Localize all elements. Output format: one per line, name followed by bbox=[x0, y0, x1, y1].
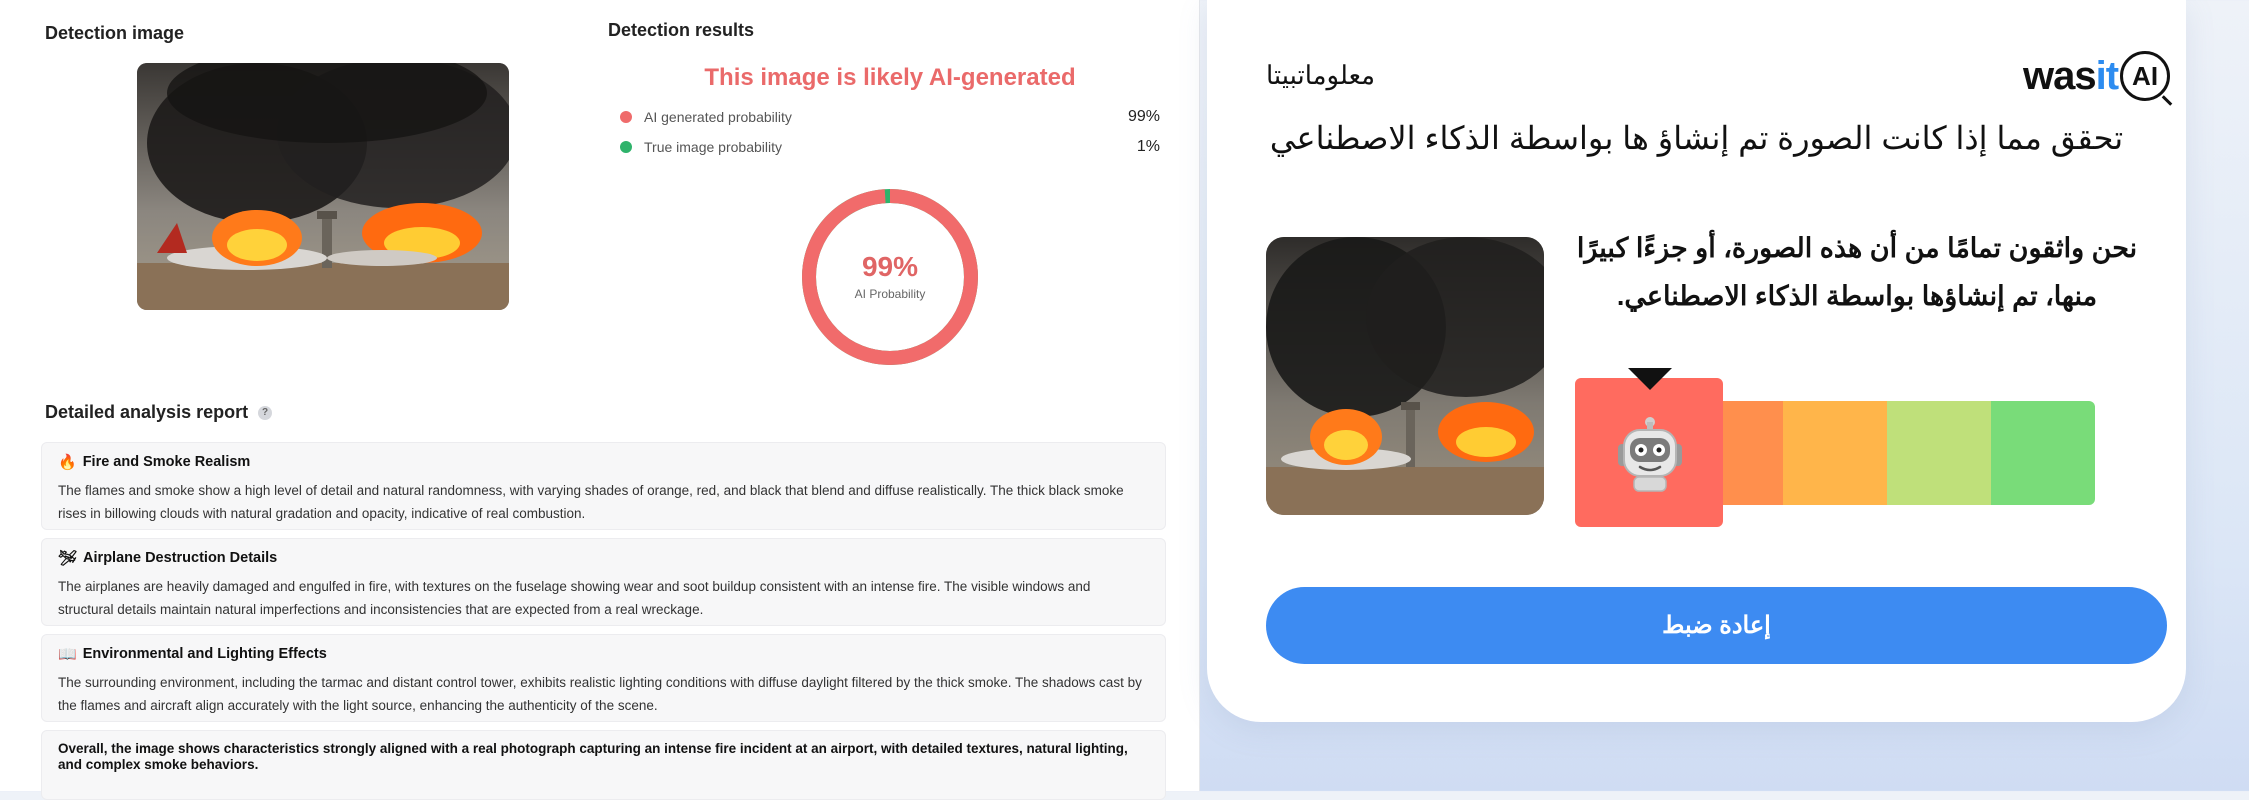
detection-panel: Detection image Detection results This i… bbox=[0, 0, 1200, 800]
scale-segment-4 bbox=[1887, 401, 1991, 505]
report-card-title: Airplane Destruction Details bbox=[83, 550, 278, 566]
report-card-body: The airplanes are heavily damaged and en… bbox=[58, 579, 1091, 617]
scale-segment-3 bbox=[1783, 401, 1887, 505]
donut-percent: 99% bbox=[861, 251, 919, 282]
logo-ai: AI bbox=[2120, 51, 2171, 101]
detection-image-title: Detection image bbox=[45, 23, 185, 43]
question-icon[interactable]: ? bbox=[258, 406, 272, 420]
true-probability-value: 1% bbox=[1136, 138, 1160, 155]
logo-it: it bbox=[2095, 53, 2119, 98]
donut-label: AI Probability bbox=[854, 287, 926, 301]
true-probability-label: True image probability bbox=[644, 139, 782, 155]
reset-button[interactable]: إعادة ضبط bbox=[1266, 587, 2167, 664]
fire-icon: 🔥 bbox=[58, 454, 77, 471]
ai-dot-icon bbox=[620, 111, 632, 123]
true-dot-icon bbox=[620, 141, 632, 153]
ai-probability-label: AI generated probability bbox=[644, 109, 792, 125]
beta-info-link[interactable]: معلوماتبيتا bbox=[1266, 60, 1375, 91]
report-title: Detailed analysis report bbox=[45, 402, 249, 422]
robot-icon bbox=[1618, 417, 1682, 492]
report-card-airplane: 🛩 Airplane Destruction Details The airpl… bbox=[41, 538, 1166, 626]
report-card-body: The flames and smoke show a high level o… bbox=[58, 483, 1124, 521]
donut-center: 99% AI Probability bbox=[800, 187, 980, 367]
ai-probability-row: AI generated probability 99% bbox=[620, 105, 1160, 129]
report-summary: Overall, the image shows characteristics… bbox=[58, 741, 1128, 772]
scale-pointer-icon bbox=[1628, 368, 1672, 390]
page-title: تحقق مما إذا كانت الصورة تم إنشاؤ ها بوا… bbox=[1269, 120, 2124, 156]
report-card-body: The surrounding environment, including t… bbox=[58, 675, 1142, 713]
true-probability-row: True image probability 1% bbox=[620, 135, 1160, 159]
report-card-title: Environmental and Lighting Effects bbox=[82, 646, 327, 662]
ai-probability-value: 99% bbox=[1127, 108, 1160, 125]
report-summary-card: Overall, the image shows characteristics… bbox=[41, 730, 1166, 800]
book-icon: 📖 bbox=[58, 646, 77, 663]
report-card-environment: 📖 Environmental and Lighting Effects The… bbox=[41, 634, 1166, 722]
report-card-fire: 🔥 Fire and Smoke Realism The flames and … bbox=[41, 442, 1166, 530]
detection-image bbox=[137, 63, 509, 310]
verdict-text: This image is likely AI-generated bbox=[704, 64, 1076, 91]
wasitai-panel: was it AI معلوماتبيتا تحقق مما إذا كانت ال… bbox=[1207, 0, 2186, 722]
report-card-title: Fire and Smoke Realism bbox=[82, 454, 251, 470]
detection-results-title: Detection results bbox=[608, 20, 755, 40]
wasitai-logo[interactable]: was it AI bbox=[2023, 46, 2171, 106]
uploaded-image bbox=[1266, 237, 1544, 515]
scale-segment-5 bbox=[1991, 401, 2095, 505]
result-message: نحن واثقون تمامًا من أن هذه الصورة، أو ج… bbox=[1576, 233, 2138, 311]
logo-was: was bbox=[2023, 53, 2097, 98]
airplane-icon: 🛩 bbox=[58, 550, 78, 567]
